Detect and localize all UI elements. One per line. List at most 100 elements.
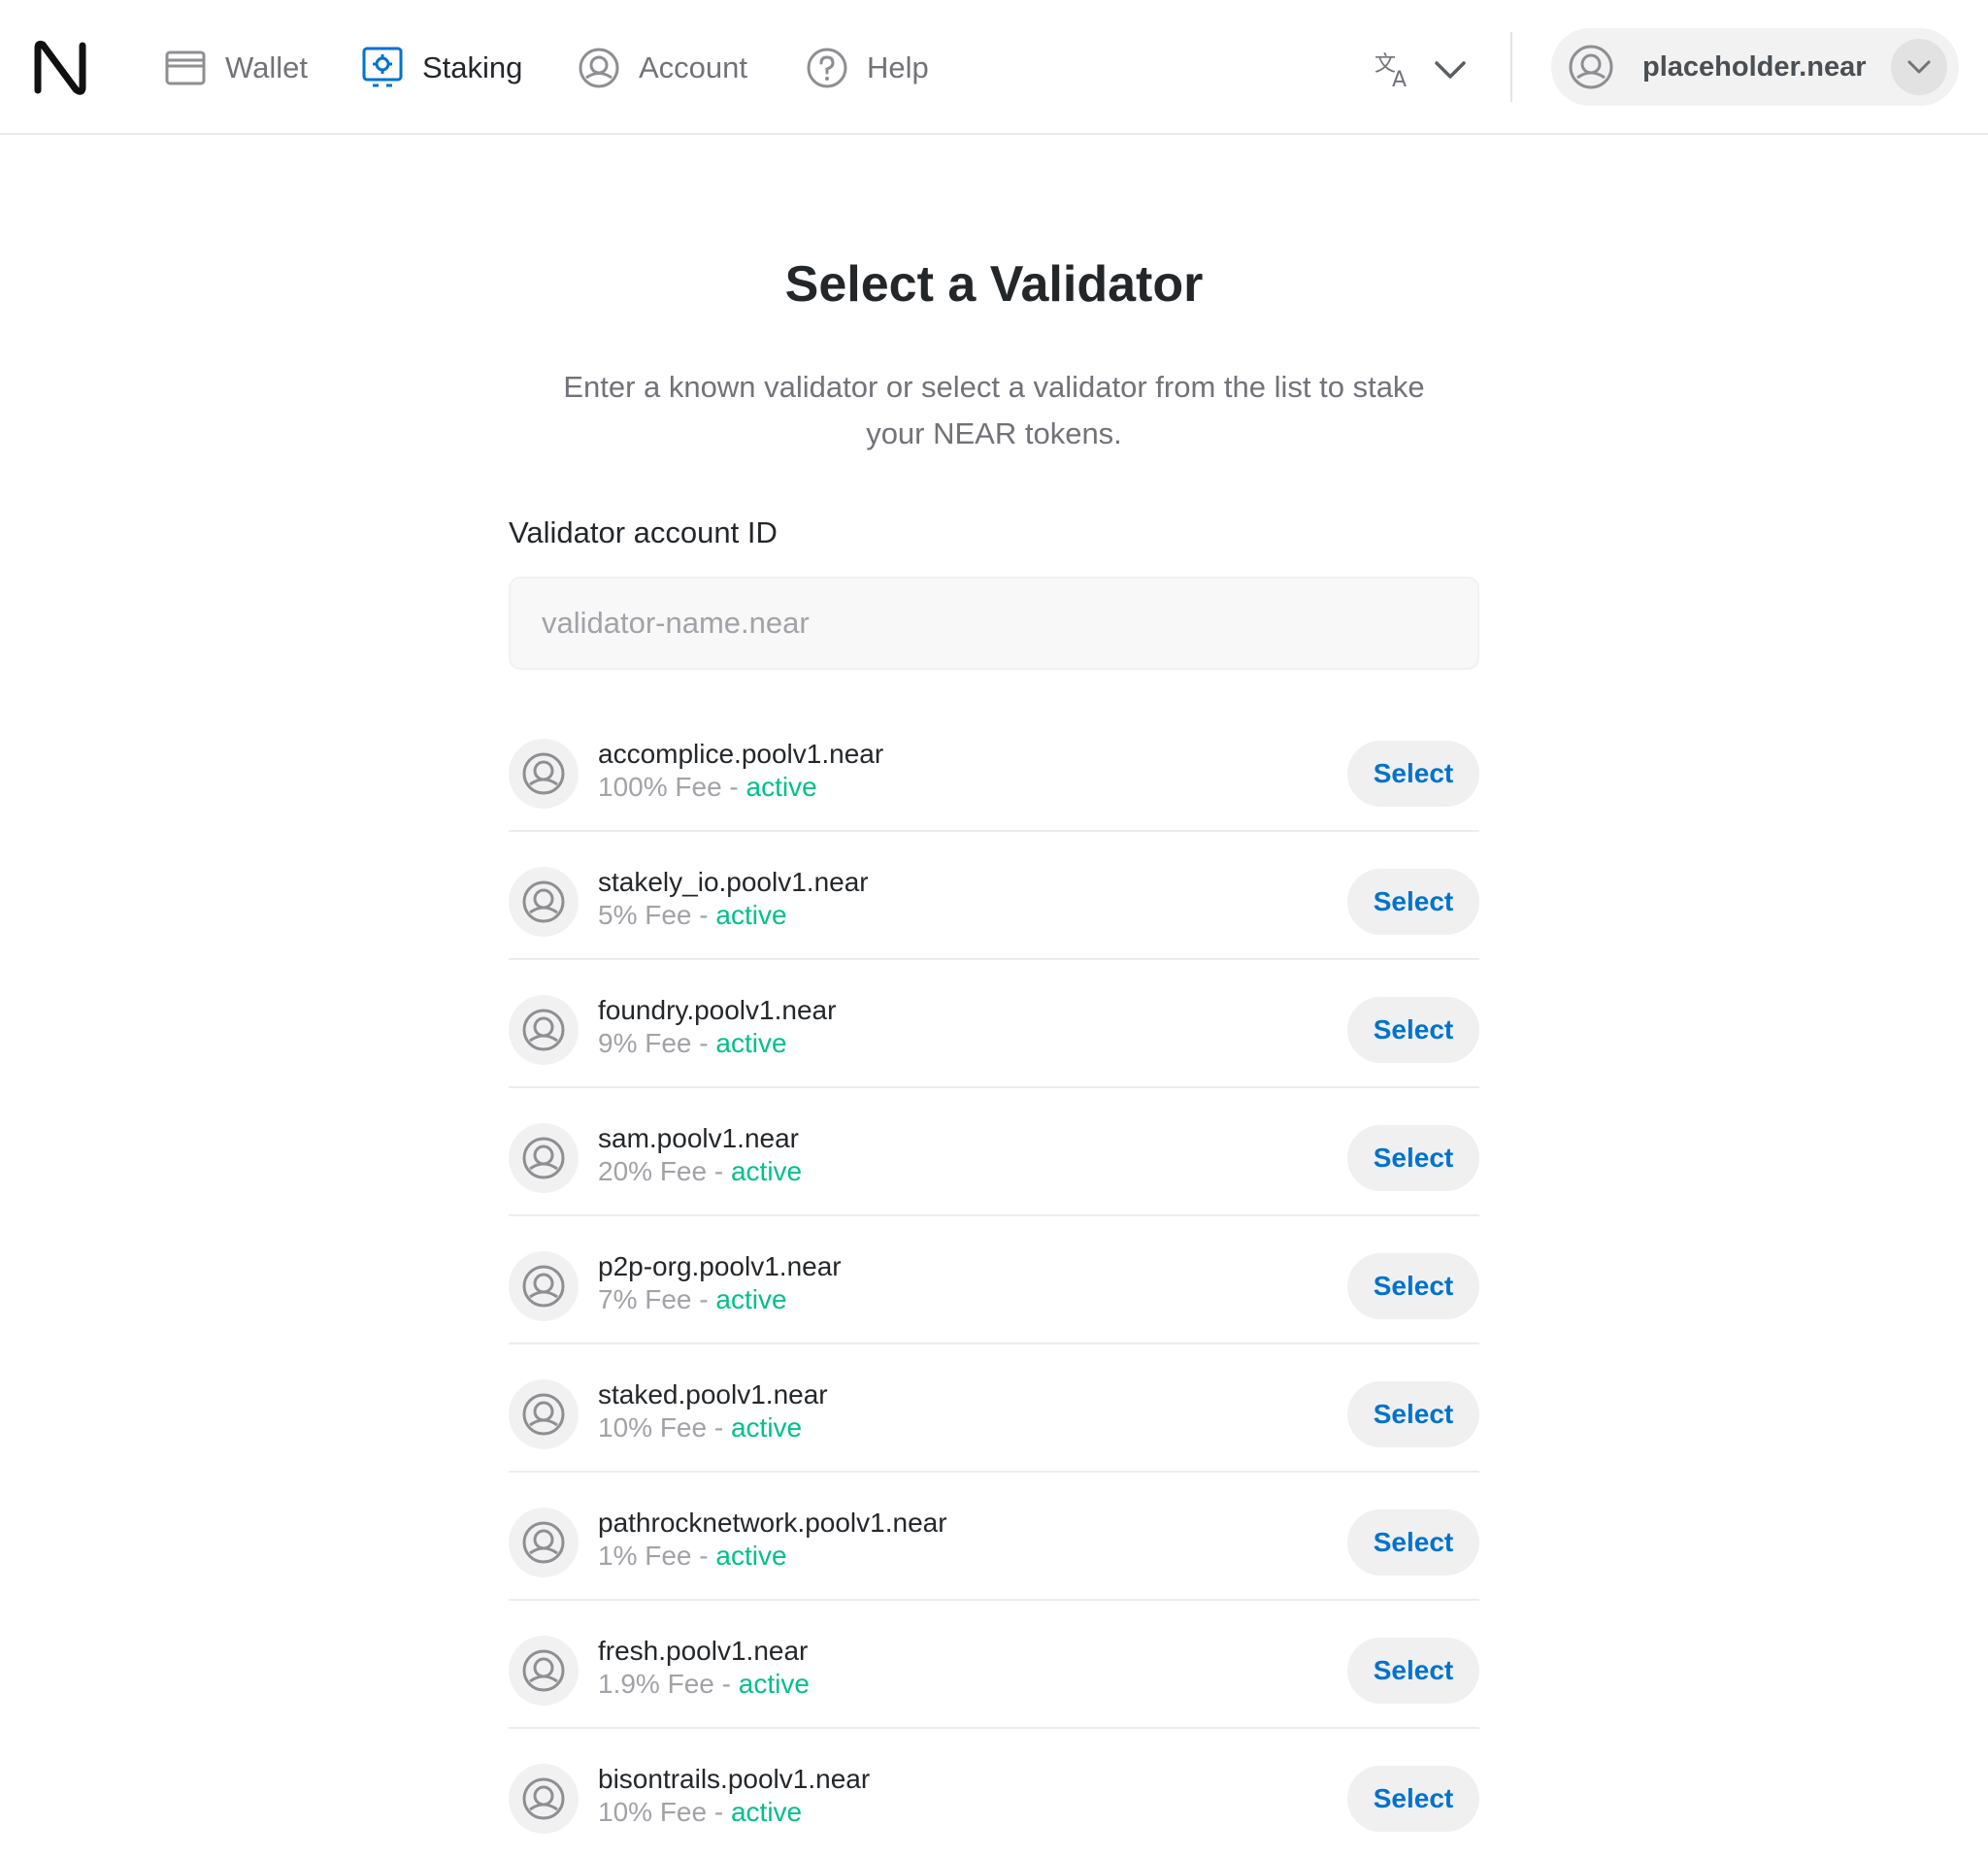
validator-fee: 7% Fee bbox=[598, 1284, 692, 1314]
validator-fee: 100% Fee bbox=[598, 772, 722, 802]
validator-status: active bbox=[715, 1028, 787, 1058]
validator-meta: 7% Fee - active bbox=[598, 1284, 787, 1315]
validator-row: stakely_io.poolv1.near 5% Fee - active Sel… bbox=[509, 832, 1479, 960]
validator-avatar-icon bbox=[509, 995, 579, 1065]
account-name: placeholder.near bbox=[1642, 50, 1867, 83]
validator-fee: 1.9% Fee bbox=[598, 1669, 714, 1699]
validator-name: accomplice.poolv1.near bbox=[598, 739, 884, 769]
meta-separator: - bbox=[691, 900, 716, 930]
chevron-down-icon bbox=[1907, 60, 1931, 74]
validator-status: active bbox=[730, 1797, 803, 1827]
select-validator-button[interactable]: Select bbox=[1347, 1125, 1479, 1191]
meta-separator: - bbox=[691, 1541, 716, 1571]
validator-meta: 20% Fee - active bbox=[598, 1156, 802, 1187]
validator-list: accomplice.poolv1.near 100% Fee - active S… bbox=[509, 704, 1479, 1857]
help-icon bbox=[805, 46, 849, 90]
user-avatar-icon bbox=[1569, 45, 1613, 89]
validator-status: active bbox=[715, 900, 787, 930]
validator-avatar-icon bbox=[509, 867, 579, 937]
header-divider bbox=[1510, 32, 1512, 102]
validator-meta: 10% Fee - active bbox=[598, 1412, 802, 1443]
select-validator-button[interactable]: Select bbox=[1347, 1638, 1479, 1704]
subtitle-line-1: Enter a known validator or select a vali… bbox=[563, 370, 1425, 404]
validator-row: accomplice.poolv1.near 100% Fee - active S… bbox=[509, 704, 1479, 832]
validator-name: bisontrails.poolv1.near bbox=[598, 1764, 871, 1794]
meta-separator: - bbox=[691, 1028, 716, 1058]
wallet-icon bbox=[163, 46, 208, 90]
top-navbar: Wallet Staking Account Help 文 A placehol… bbox=[0, 0, 1988, 135]
validator-fee: 10% Fee bbox=[598, 1797, 708, 1827]
meta-separator: - bbox=[713, 1669, 739, 1699]
validator-row: p2p-org.poolv1.near 7% Fee - active Select bbox=[509, 1216, 1479, 1344]
validator-name: staked.poolv1.near bbox=[598, 1379, 828, 1409]
page-title: Select a Validator bbox=[784, 256, 1204, 313]
account-icon bbox=[577, 46, 621, 90]
validator-avatar-icon bbox=[509, 1764, 579, 1834]
validator-avatar-icon bbox=[509, 1379, 579, 1449]
svg-text:A: A bbox=[1392, 68, 1407, 90]
validator-name: sam.poolv1.near bbox=[598, 1123, 800, 1153]
validator-fee: 10% Fee bbox=[598, 1412, 708, 1442]
validator-status: active bbox=[715, 1541, 787, 1571]
validator-name: pathrocknetwork.poolv1.near bbox=[598, 1508, 947, 1538]
validator-row: foundry.poolv1.near 9% Fee - active Select bbox=[509, 960, 1479, 1088]
nav-staking-label: Staking bbox=[422, 50, 523, 84]
nav-help-label: Help bbox=[867, 50, 929, 84]
select-validator-button[interactable]: Select bbox=[1347, 1766, 1479, 1832]
meta-separator: - bbox=[691, 1284, 716, 1314]
validator-status: active bbox=[730, 1156, 803, 1186]
chevron-down-icon bbox=[1435, 61, 1466, 79]
select-validator-button[interactable]: Select bbox=[1347, 1509, 1479, 1575]
validator-status: active bbox=[738, 1669, 810, 1699]
validator-row: bisontrails.poolv1.near 10% Fee - active S… bbox=[509, 1729, 1479, 1857]
validator-avatar-icon bbox=[509, 1251, 579, 1321]
validator-status: active bbox=[730, 1412, 803, 1442]
validator-row: sam.poolv1.near 20% Fee - active Select bbox=[509, 1088, 1479, 1216]
translate-icon: 文 A bbox=[1375, 52, 1407, 90]
validator-fee: 1% Fee bbox=[598, 1541, 692, 1571]
nav-help[interactable]: Help bbox=[805, 39, 929, 97]
validator-id-input[interactable] bbox=[509, 577, 1479, 670]
validator-row: fresh.poolv1.near 1.9% Fee - active Select bbox=[509, 1601, 1479, 1729]
validator-name: fresh.poolv1.near bbox=[598, 1636, 809, 1666]
validator-id-label: Validator account ID bbox=[509, 515, 778, 549]
staking-icon bbox=[360, 46, 405, 90]
validator-meta: 1% Fee - active bbox=[598, 1541, 787, 1572]
nav-account[interactable]: Account bbox=[577, 39, 747, 97]
validator-name: p2p-org.poolv1.near bbox=[598, 1251, 842, 1281]
validator-row: pathrocknetwork.poolv1.near 1% Fee - acti… bbox=[509, 1473, 1479, 1601]
page-subtitle: Enter a known validator or select a vali… bbox=[509, 364, 1479, 457]
validator-avatar-icon bbox=[509, 1636, 579, 1706]
validator-fee: 9% Fee bbox=[598, 1028, 692, 1058]
select-validator-button[interactable]: Select bbox=[1347, 997, 1479, 1063]
validator-meta: 100% Fee - active bbox=[598, 772, 817, 803]
validator-meta: 5% Fee - active bbox=[598, 900, 787, 931]
validator-fee: 5% Fee bbox=[598, 900, 692, 930]
select-validator-button[interactable]: Select bbox=[1347, 1381, 1479, 1447]
meta-separator: - bbox=[707, 1797, 731, 1827]
meta-separator: - bbox=[707, 1412, 731, 1442]
select-validator-button[interactable]: Select bbox=[1347, 869, 1479, 935]
validator-avatar-icon bbox=[509, 1123, 579, 1193]
validator-fee: 20% Fee bbox=[598, 1156, 708, 1186]
nav-wallet[interactable]: Wallet bbox=[163, 39, 308, 97]
validator-avatar-icon bbox=[509, 739, 579, 809]
validator-name: stakely_io.poolv1.near bbox=[598, 867, 869, 897]
account-dropdown[interactable]: placeholder.near bbox=[1551, 28, 1959, 106]
validator-meta: 10% Fee - active bbox=[598, 1797, 802, 1828]
language-selector[interactable]: 文 A bbox=[1373, 45, 1470, 93]
validator-row: staked.poolv1.near 10% Fee - active Select bbox=[509, 1344, 1479, 1473]
select-validator-button[interactable]: Select bbox=[1347, 741, 1479, 807]
validator-name: foundry.poolv1.near bbox=[598, 995, 837, 1025]
account-chevron-button[interactable] bbox=[1891, 39, 1947, 95]
meta-separator: - bbox=[707, 1156, 731, 1186]
select-validator-button[interactable]: Select bbox=[1347, 1253, 1479, 1319]
meta-separator: - bbox=[721, 772, 746, 802]
validator-avatar-icon bbox=[509, 1508, 579, 1577]
validator-meta: 9% Fee - active bbox=[598, 1028, 787, 1059]
nav-staking[interactable]: Staking bbox=[360, 39, 522, 97]
validator-status: active bbox=[715, 1284, 787, 1314]
validator-status: active bbox=[746, 772, 817, 802]
validator-meta: 1.9% Fee - active bbox=[598, 1669, 810, 1700]
near-logo-icon[interactable] bbox=[30, 38, 90, 98]
